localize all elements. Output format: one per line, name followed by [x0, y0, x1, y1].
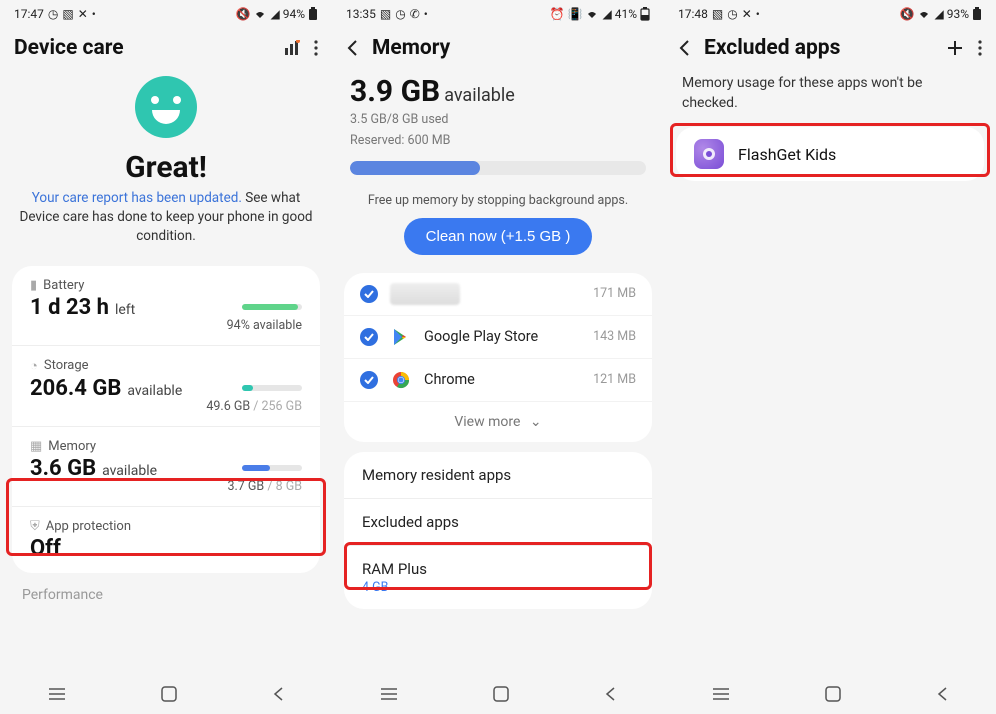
memory-resident-apps-row[interactable]: Memory resident apps	[344, 452, 652, 499]
screen-device-care: 17:47 ◷ ▧ ✕ • 🔇 ◢ 94% Device care	[0, 0, 332, 714]
dot-icon: •	[756, 7, 760, 21]
battery-icon	[640, 7, 650, 21]
used-line: 3.5 GB/8 GB used	[350, 111, 646, 130]
vibrate-icon: 📳	[568, 7, 583, 21]
battery-pct: 41%	[615, 7, 637, 21]
status-time: 17:48	[678, 7, 708, 21]
app-icon	[390, 283, 460, 305]
storage-row[interactable]: ◔Storage 206.4 GB available 49.6 GB / 25…	[12, 346, 320, 427]
status-bar: 17:47 ◷ ▧ ✕ • 🔇 ◢ 94%	[0, 0, 332, 26]
image-icon: ▧	[712, 7, 723, 21]
status-word: Great!	[0, 150, 332, 185]
battery-pill	[242, 304, 302, 310]
screen-excluded-apps: 17:48 ▧ ◷ ✕ • 🔇 ◢ 93% Excluded apps	[664, 0, 996, 714]
checkbox-icon[interactable]	[360, 328, 378, 346]
more-icon[interactable]	[978, 40, 982, 56]
image-icon: ▧	[380, 7, 391, 21]
mute-icon: 🔇	[900, 7, 915, 21]
view-more-button[interactable]: View more ⌄	[344, 402, 652, 442]
recents-button[interactable]	[712, 687, 730, 701]
status-bar: 17:48 ▧ ◷ ✕ • 🔇 ◢ 93%	[664, 0, 996, 26]
back-icon[interactable]	[346, 39, 358, 57]
app-row[interactable]: 171 MB	[344, 273, 652, 316]
wifi-icon	[585, 8, 599, 20]
battery-small-icon: ▮	[30, 278, 37, 293]
battery-pct: 93%	[947, 7, 969, 21]
mute-icon: 🔇	[236, 7, 251, 21]
add-icon[interactable]	[946, 39, 964, 57]
whatsapp-icon: ✆	[410, 7, 420, 21]
home-button[interactable]	[825, 686, 841, 702]
tip-text: Free up memory by stopping background ap…	[332, 177, 664, 218]
chrome-icon	[390, 369, 412, 391]
chart-icon[interactable]	[284, 40, 300, 56]
recents-button[interactable]	[48, 687, 66, 701]
back-button[interactable]	[272, 686, 284, 702]
clock-icon: ◷	[48, 7, 58, 21]
back-button[interactable]	[936, 686, 948, 702]
battery-icon	[308, 7, 318, 21]
status-time: 17:47	[14, 7, 44, 21]
alarm-icon: ⏰	[550, 7, 565, 21]
memory-pill	[242, 465, 302, 471]
clean-now-button[interactable]: Clean now (+1.5 GB )	[404, 218, 593, 255]
status-subtext: Your care report has been updated. See w…	[0, 185, 332, 258]
memory-available-value: 3.9 GB	[350, 74, 440, 109]
battery-icon	[972, 7, 982, 21]
excluded-apps-row[interactable]: Excluded apps	[344, 499, 652, 546]
highlight-box	[670, 123, 990, 177]
clock-icon: ◷	[727, 7, 737, 21]
reserved-line: Reserved: 600 MB	[350, 132, 646, 151]
performance-section[interactable]: Performance	[0, 573, 332, 603]
signal-icon: ◢	[270, 7, 279, 21]
more-icon[interactable]	[314, 40, 318, 56]
page-title: Memory	[372, 36, 450, 60]
chevron-down-icon: ⌄	[530, 414, 542, 430]
home-button[interactable]	[161, 686, 177, 702]
play-store-icon	[390, 326, 412, 348]
wifi-icon	[917, 8, 931, 20]
nav-bar	[0, 674, 332, 714]
memory-small-icon: ▦	[30, 439, 42, 454]
status-time: 13:35	[346, 7, 376, 21]
dot-icon: •	[92, 7, 96, 21]
app-row[interactable]: Google Play Store 143 MB	[344, 316, 652, 359]
wifi-icon	[253, 8, 267, 20]
storage-pill	[242, 385, 302, 391]
recents-button[interactable]	[380, 687, 398, 701]
dot-icon: •	[424, 7, 428, 21]
status-face-icon	[135, 76, 197, 138]
back-button[interactable]	[604, 686, 616, 702]
screen-memory: 13:35 ▧ ◷ ✆ • ⏰ 📳 ◢ 41% Memory 3.9 GBava…	[332, 0, 664, 714]
storage-small-icon: ◔	[30, 358, 38, 374]
signal-icon: ◢	[602, 7, 611, 21]
page-title: Excluded apps	[704, 36, 840, 60]
page-title: Device care	[14, 36, 124, 60]
signal-icon: ◢	[934, 7, 943, 21]
checkbox-icon[interactable]	[360, 285, 378, 303]
clock-icon: ◷	[395, 7, 405, 21]
back-icon[interactable]	[678, 39, 690, 57]
battery-row[interactable]: ▮Battery 1 d 23 h left 94% available	[12, 266, 320, 346]
app-row[interactable]: Chrome 121 MB	[344, 359, 652, 402]
battery-pct: 94%	[283, 7, 305, 21]
home-button[interactable]	[493, 686, 509, 702]
nav-bar	[664, 674, 996, 714]
memory-progress	[350, 161, 646, 175]
checkbox-icon[interactable]	[360, 371, 378, 389]
highlight-box	[6, 478, 326, 556]
description-text: Memory usage for these apps won't be che…	[664, 70, 996, 127]
apps-card: 171 MB Google Play Store 143 MB Chrome 1…	[344, 273, 652, 442]
nav-bar	[332, 674, 664, 714]
utensils-icon: ✕	[742, 7, 752, 21]
image-icon: ▧	[62, 7, 73, 21]
status-bar: 13:35 ▧ ◷ ✆ • ⏰ 📳 ◢ 41%	[332, 0, 664, 26]
highlight-box-2	[344, 542, 652, 590]
utensils-icon: ✕	[78, 7, 88, 21]
